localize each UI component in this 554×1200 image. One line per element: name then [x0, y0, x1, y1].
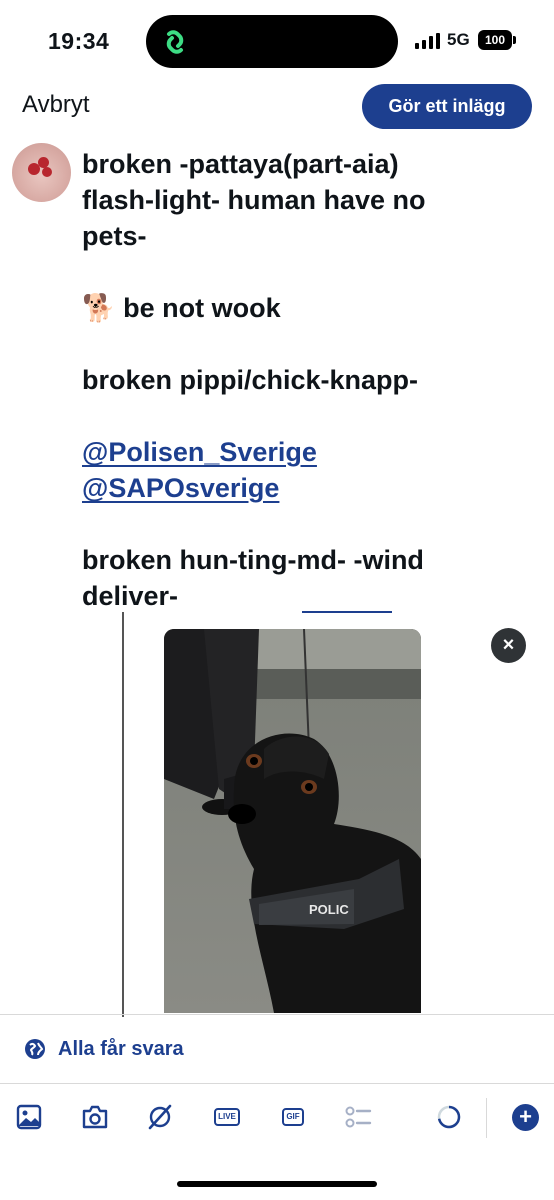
- toolbar-separator: [486, 1098, 487, 1138]
- compose-text[interactable]: broken -pattaya(part-aia) flash-light- h…: [82, 146, 522, 614]
- tweet-line: pets-: [82, 221, 147, 251]
- divider: [0, 1014, 554, 1015]
- reply-settings-label: Alla får svara: [58, 1037, 184, 1060]
- remove-media-button[interactable]: ×: [491, 628, 526, 663]
- tweet-line: 🐕 be not wook: [82, 293, 281, 323]
- network-type: 5G: [447, 30, 470, 49]
- tweet-line: broken pippi/chick-knapp-: [82, 365, 419, 395]
- battery-icon: 100: [478, 30, 516, 50]
- grok-icon: [148, 1104, 172, 1130]
- globe-icon: [25, 1039, 45, 1059]
- text-underline-fragment: [302, 611, 392, 613]
- poll-button[interactable]: [343, 1102, 373, 1132]
- vest-label: POLIC: [309, 902, 349, 917]
- home-indicator: [177, 1181, 377, 1187]
- mention-link[interactable]: @SAPOsverige: [82, 473, 279, 503]
- add-post-button[interactable]: +: [512, 1104, 539, 1131]
- progress-ring-icon: [437, 1105, 461, 1129]
- status-bar: 19:34 5G 100: [0, 0, 554, 84]
- signal-icon: [415, 33, 440, 49]
- link-activity-icon: [166, 30, 184, 54]
- image-button[interactable]: [14, 1102, 44, 1132]
- thread-line: [122, 612, 124, 1017]
- avatar[interactable]: [12, 143, 71, 202]
- poll-icon: [345, 1106, 372, 1128]
- dog-photo: POLIC: [164, 629, 421, 1013]
- tweet-line: deliver-: [82, 581, 179, 611]
- gif-icon: GIF: [282, 1108, 304, 1126]
- battery-level: 100: [478, 30, 512, 50]
- live-button[interactable]: LIVE: [212, 1102, 242, 1132]
- mention-link[interactable]: @Polisen_Sverige: [82, 437, 317, 467]
- attached-photo[interactable]: POLIC: [164, 629, 421, 1013]
- grok-button[interactable]: [145, 1102, 175, 1132]
- character-counter: [434, 1102, 464, 1132]
- live-icon: LIVE: [214, 1108, 240, 1126]
- reply-settings-button[interactable]: Alla får svara: [24, 1034, 184, 1064]
- tweet-line: flash-light- human have no: [82, 185, 426, 215]
- camera-icon: [82, 1105, 108, 1129]
- status-time: 19:34: [48, 28, 110, 54]
- tweet-line: broken hun-ting-md- -wind: [82, 545, 424, 575]
- dynamic-island: [146, 15, 398, 68]
- tweet-line: broken -pattaya(part-aia): [82, 149, 399, 179]
- post-button[interactable]: Gör ett inlägg: [362, 84, 532, 129]
- image-icon: [16, 1104, 42, 1130]
- gif-button[interactable]: GIF: [278, 1102, 308, 1132]
- cancel-button[interactable]: Avbryt: [22, 91, 90, 119]
- camera-button[interactable]: [80, 1102, 110, 1132]
- divider: [0, 1083, 554, 1084]
